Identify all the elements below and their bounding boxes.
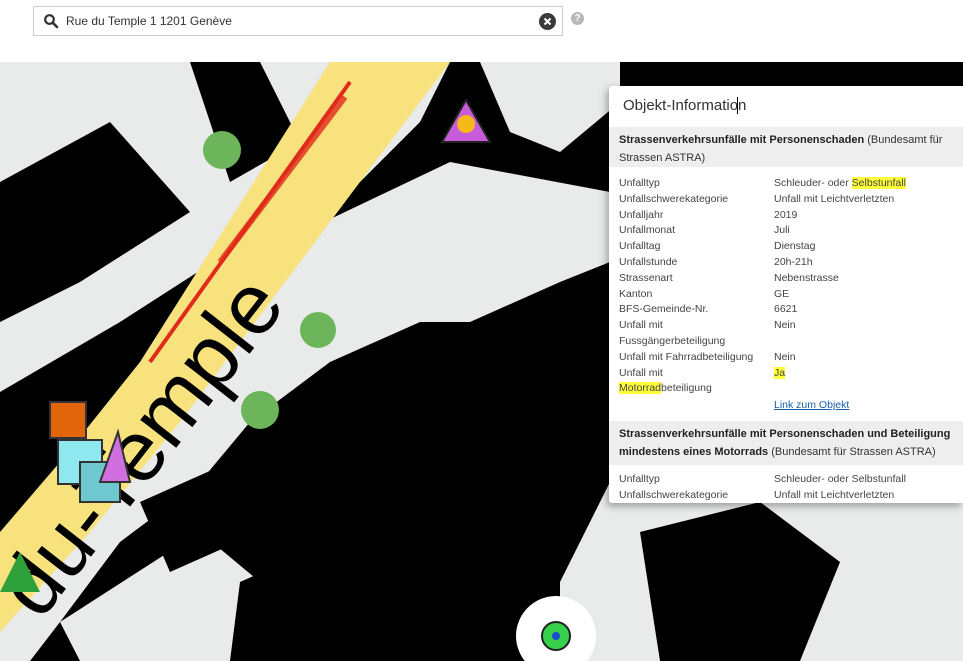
search-input[interactable] <box>66 11 526 31</box>
location-marker-center <box>552 632 560 640</box>
attribute-key: Unfall mit Fussgängerbeteiligung <box>619 319 726 347</box>
attribute-row: Unfallschwerekategorie Unfall mit Leicht… <box>619 488 959 503</box>
attribute-value: Schleuder- oder Selbstunfall <box>774 473 906 485</box>
attribute-value: Dienstag <box>774 240 816 253</box>
attribute-row: Unfall mit Fahrradbeteiligung Nein <box>619 350 959 366</box>
attribute-value: 20h-21h <box>774 255 813 268</box>
attribute-value: Schleuder- oder Selbstunfall <box>774 177 906 189</box>
tree-marker <box>300 312 336 348</box>
attribute-key: Unfalltyp <box>619 177 660 189</box>
attribute-key: Unfall mit Fahrradbeteiligung <box>619 350 754 363</box>
section-source: (Bundesamt für Strassen ASTRA) <box>771 446 936 458</box>
attribute-row: Unfalltyp Schleuder- oder Selbstunfall <box>619 176 959 192</box>
link-row: Link zum Objekt <box>619 398 959 414</box>
accident-marker-dot[interactable] <box>457 115 475 133</box>
attribute-key: BFS-Gemeinde-Nr. <box>619 303 709 316</box>
attribute-key: Unfalljahr <box>619 208 664 221</box>
attribute-key: Kanton <box>619 287 653 300</box>
search-icon[interactable] <box>43 13 59 29</box>
attribute-value: Nein <box>774 350 796 363</box>
attribute-key: Strassenart <box>619 271 673 284</box>
clear-search-icon[interactable] <box>539 13 556 30</box>
attribute-table: Unfalltyp Schleuder- oder Selbstunfall U… <box>619 176 959 414</box>
map-viewer: ? du-Temple <box>0 0 963 661</box>
top-bar: ? <box>0 0 963 62</box>
attribute-row: Kanton GE <box>619 287 959 303</box>
attribute-row: Unfalltag Dienstag <box>619 239 959 255</box>
highlighted-text: Ja <box>774 366 786 379</box>
object-link[interactable]: Link zum Objekt <box>774 398 849 414</box>
attribute-row: Unfall mit Motorradbeteiligung Ja <box>619 366 959 398</box>
tree-marker <box>241 391 279 429</box>
attribute-row: Unfallschwerekategorie Unfall mit Leicht… <box>619 192 959 208</box>
attribute-row: Unfallmonat Juli <box>619 223 959 239</box>
attribute-row: Unfallstunde 20h-21h <box>619 255 959 271</box>
attribute-value: Unfall mit Leichtverletzten <box>774 192 895 205</box>
attribute-value: Unfall mit Leichtverletzten <box>774 488 895 501</box>
attribute-row: Unfalltyp Schleuder- oder Selbstunfall <box>619 472 959 488</box>
attribute-value: Nein <box>774 319 796 332</box>
help-icon[interactable]: ? <box>571 12 584 25</box>
accident-marker-square[interactable] <box>49 401 87 439</box>
attribute-value: Nebenstrasse <box>774 271 839 284</box>
attribute-table: Unfalltyp Schleuder- oder Selbstunfall U… <box>619 472 959 503</box>
attribute-key: Unfallschwerekategorie <box>619 488 729 501</box>
attribute-row: Strassenart Nebenstrasse <box>619 271 959 287</box>
section-title: Strassenverkehrsunfälle mit Personenscha… <box>619 134 865 146</box>
highlighted-text: Selbstunfall <box>851 177 906 189</box>
attribute-key: Unfall mit Motorradbeteiligung <box>619 366 712 395</box>
attribute-key: Unfallmonat <box>619 224 676 237</box>
section-header: Strassenverkehrsunfälle mit Personenscha… <box>609 421 963 465</box>
attribute-key: Unfalltyp <box>619 473 660 485</box>
attribute-row: Unfall mit Fussgängerbeteiligung Nein <box>619 318 959 350</box>
attribute-value: Ja <box>774 366 786 382</box>
attribute-key: Unfalltag <box>619 240 661 253</box>
attribute-value: 6621 <box>774 303 798 316</box>
attribute-key: Unfallstunde <box>619 255 678 268</box>
attribute-value: GE <box>774 287 790 300</box>
attribute-value: Juli <box>774 224 790 237</box>
search-box[interactable] <box>33 6 563 36</box>
text-caret <box>737 97 738 114</box>
object-info-panel: Objekt-Information Strassenverkehrsunfäl… <box>609 86 963 503</box>
attribute-row: BFS-Gemeinde-Nr. 6621 <box>619 302 959 318</box>
attribute-value: 2019 <box>774 208 798 221</box>
attribute-row: Unfalljahr 2019 <box>619 208 959 224</box>
highlighted-text: Motorrad <box>619 382 662 395</box>
panel-title: Objekt-Information <box>623 97 747 114</box>
section-header: Strassenverkehrsunfälle mit Personenscha… <box>609 127 963 167</box>
tree-marker <box>203 131 241 169</box>
attribute-key: Unfallschwerekategorie <box>619 192 729 205</box>
